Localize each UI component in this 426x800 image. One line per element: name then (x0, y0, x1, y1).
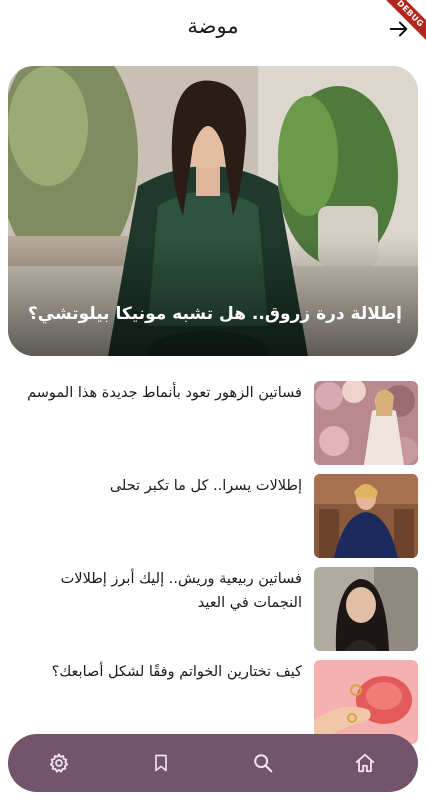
search-icon (254, 754, 273, 773)
nav-home-button[interactable] (336, 734, 394, 792)
app-bar: موضة DEBUG (0, 0, 426, 58)
list-item[interactable]: فساتين ربيعية وريش.. إليك أبرز إطلالات ا… (8, 567, 418, 651)
article-thumbnail (314, 381, 418, 465)
article-title: فساتين ربيعية وريش.. إليك أبرز إطلالات ا… (60, 571, 302, 611)
bookmark-icon (155, 754, 167, 772)
featured-article-card[interactable]: إطلالة درة زروق.. هل تشبه مونيكا بيلوتشي… (8, 66, 418, 356)
featured-gradient (8, 236, 418, 356)
list-item[interactable]: كيف تختارين الخواتم وفقًا لشكل أصابعك؟ (8, 660, 418, 744)
nav-settings-button[interactable] (30, 734, 88, 792)
article-thumbnail (314, 474, 418, 558)
list-item[interactable]: فساتين الزهور تعود بأنماط جديدة هذا المو… (8, 381, 418, 465)
article-title: إطلالات يسرا.. كل ما تكبر تحلى (109, 478, 302, 494)
article-title: كيف تختارين الخواتم وفقًا لشكل أصابعك؟ (51, 664, 302, 680)
page-title: موضة (187, 14, 239, 38)
list-item[interactable]: إطلالات يسرا.. كل ما تكبر تحلى (8, 474, 418, 558)
bottom-navigation (8, 734, 418, 792)
article-thumbnail (314, 660, 418, 744)
featured-title: إطلالة درة زروق.. هل تشبه مونيكا بيلوتشي… (27, 304, 402, 324)
article-title: فساتين الزهور تعود بأنماط جديدة هذا المو… (27, 385, 302, 401)
nav-bookmarks-button[interactable] (132, 734, 190, 792)
gear-icon (49, 753, 69, 773)
home-icon (355, 753, 375, 773)
nav-search-button[interactable] (234, 734, 292, 792)
article-thumbnail (314, 567, 418, 651)
